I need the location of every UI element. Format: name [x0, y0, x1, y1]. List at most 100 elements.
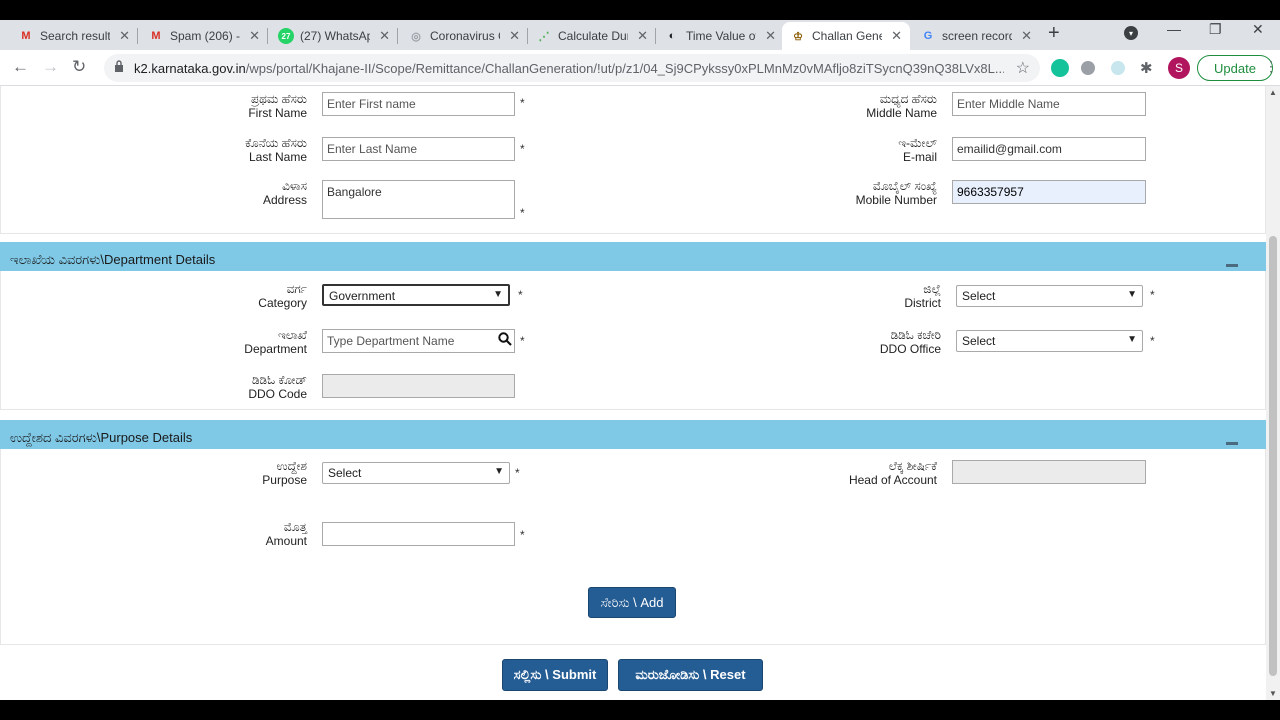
minimize-icon[interactable]: —: [1167, 21, 1181, 37]
address-label: ವಿಳಾಸ Address: [262, 179, 307, 207]
required-mark: *: [520, 206, 525, 220]
purpose-details-header: ಉದ್ದೇಶದ ವಿವರಗಳು\Purpose Details: [0, 420, 1266, 449]
forward-icon[interactable]: →: [42, 57, 59, 77]
scroll-down-icon[interactable]: ▼: [1269, 689, 1277, 698]
tab-strip: M Search results ✕ M Spam (206) - ✕ 27 (…: [0, 20, 1280, 50]
head-of-account-input: [952, 460, 1146, 484]
mobile-number-input[interactable]: 9663357957: [952, 180, 1146, 204]
head-of-account-label: ಲೆಕ್ಕ ಶೀರ್ಷಿಕೆ Head of Account: [848, 459, 937, 487]
update-button[interactable]: Update: [1197, 55, 1273, 81]
required-mark: *: [520, 142, 525, 156]
tab-title: screen record: [942, 29, 1012, 43]
required-mark: *: [1150, 334, 1155, 348]
close-icon[interactable]: ✕: [249, 28, 260, 44]
department-search-input[interactable]: Type Department Name: [322, 329, 515, 353]
add-button[interactable]: ಸೇರಿಸು \ Add: [588, 587, 676, 618]
last-name-input[interactable]: Enter Last Name: [322, 137, 515, 161]
required-mark: *: [1150, 288, 1155, 302]
search-icon[interactable]: [498, 332, 512, 346]
tab-screen-record[interactable]: G screen record ✕: [912, 22, 1040, 50]
department-details-header: ಇಲಾಖೆಯ ವಿವರಗಳು\Department Details: [0, 242, 1266, 271]
required-mark: *: [520, 96, 525, 110]
bookmark-star-icon[interactable]: ☆: [1016, 58, 1030, 78]
tab-search-icon[interactable]: ▾: [1124, 26, 1138, 40]
avatar[interactable]: S: [1168, 57, 1190, 79]
collapse-icon[interactable]: [1226, 442, 1238, 445]
middle-name-input[interactable]: Enter Middle Name: [952, 92, 1146, 116]
menu-icon[interactable]: ⋮: [1264, 58, 1278, 75]
karnataka-emblem-icon: ♔: [793, 30, 803, 43]
close-icon[interactable]: ✕: [119, 28, 130, 44]
puzzle-icon[interactable]: ✱: [1140, 59, 1153, 77]
purpose-select[interactable]: Select ▼: [322, 462, 510, 484]
ddo-code-input: [322, 374, 515, 398]
ddo-office-select[interactable]: Select ▼: [956, 330, 1143, 352]
email-input[interactable]: emailid@gmail.com: [952, 137, 1146, 161]
first-name-input[interactable]: Enter First name: [322, 92, 515, 116]
chevron-down-icon: ▼: [1127, 289, 1137, 300]
tab-title: Coronavirus C: [430, 29, 500, 43]
middle-name-label: ಮಧ್ಯದ ಹೆಸರು Middle Name: [866, 92, 937, 120]
first-name-label: ಪ್ರಥಮ ಹೆಸರು First Name: [248, 92, 307, 120]
address-bar[interactable]: k2.karnataka.gov.in/wps/portal/Khajane-I…: [104, 54, 1040, 82]
district-select[interactable]: Select ▼: [956, 285, 1143, 307]
screen-top-border: [0, 0, 1280, 20]
gmail-icon: M: [151, 30, 161, 42]
tab-title: (27) WhatsApp: [300, 29, 370, 43]
extension-icon[interactable]: [1081, 61, 1095, 75]
lock-icon: [115, 60, 123, 72]
challan-form-page: ಪ್ರಥಮ ಹೆಸರು First Name Enter First name *…: [0, 86, 1266, 700]
reset-button[interactable]: ಮರುಜೋಡಿಸು \ Reset: [618, 659, 763, 691]
tab-whatsapp[interactable]: 27 (27) WhatsApp ✕: [270, 22, 398, 50]
restore-icon[interactable]: ❐: [1209, 21, 1222, 38]
close-icon[interactable]: ✕: [765, 28, 776, 44]
tab-title: Spam (206) -: [170, 29, 240, 43]
back-icon[interactable]: ←: [12, 57, 29, 77]
tab-title: Challan Gene: [812, 29, 882, 43]
chevron-down-icon: ▼: [493, 289, 503, 300]
close-icon[interactable]: ✕: [509, 28, 520, 44]
category-label: ವರ್ಗ Category: [258, 282, 307, 310]
address-textarea[interactable]: Bangalore: [322, 180, 515, 219]
tab-spam[interactable]: M Spam (206) - ✕: [140, 22, 268, 50]
page-scrollbar[interactable]: ▲ ▼: [1266, 86, 1280, 700]
tab-coronavirus[interactable]: ◎ Coronavirus C ✕: [400, 22, 528, 50]
tab-time-value[interactable]: ◐ Time Value of ✕: [656, 22, 784, 50]
category-select[interactable]: Government ▼: [322, 284, 510, 306]
amount-input[interactable]: [322, 522, 515, 546]
required-mark: *: [520, 528, 525, 542]
chart-icon: ⋰: [538, 30, 550, 43]
collapse-icon[interactable]: [1226, 264, 1238, 267]
amount-label: ಮೊತ್ತ Amount: [265, 520, 307, 548]
screen-bottom-border: [0, 700, 1280, 720]
extension-icon[interactable]: [1111, 61, 1125, 75]
submit-button[interactable]: ಸಲ್ಲಿಸು \ Submit: [502, 659, 608, 691]
section-title: ಉದ್ದೇಶದ ವಿವರಗಳು\Purpose Details: [10, 430, 193, 445]
tab-challan-generation[interactable]: ♔ Challan Gene ✕: [782, 22, 910, 50]
mobile-number-label: ಮೊಬೈಲ್ ಸಂಖ್ಯೆ Mobile Number: [855, 179, 937, 207]
browser-toolbar: ← → ↻ k2.karnataka.gov.in/wps/portal/Kha…: [0, 50, 1280, 86]
scroll-up-icon[interactable]: ▲: [1269, 88, 1277, 97]
google-icon: G: [923, 30, 933, 42]
close-icon[interactable]: ✕: [637, 28, 648, 44]
close-icon[interactable]: ✕: [1021, 28, 1032, 44]
new-tab-icon[interactable]: +: [1048, 22, 1060, 45]
required-mark: *: [518, 288, 523, 302]
gmail-icon: M: [21, 30, 31, 42]
grammarly-icon[interactable]: [1051, 59, 1069, 77]
close-icon[interactable]: ✕: [891, 28, 902, 44]
tab-calculate-duration[interactable]: ⋰ Calculate Dur ✕: [528, 22, 656, 50]
tab-search-results[interactable]: M Search results ✕: [10, 22, 138, 50]
section-title: ಇಲಾಖೆಯ ವಿವರಗಳು\Department Details: [10, 252, 216, 267]
close-window-icon[interactable]: ✕: [1252, 21, 1264, 38]
district-label: ಜಿಲ್ಲೆ District: [904, 282, 941, 310]
close-icon[interactable]: ✕: [379, 28, 390, 44]
reload-icon[interactable]: ↻: [72, 57, 86, 77]
whatsapp-icon: 27: [278, 28, 294, 44]
tab-title: Search results: [40, 29, 110, 43]
scrollbar-thumb[interactable]: [1269, 236, 1277, 676]
ddo-code-label: ಡಿಡಿಓ ಕೋಡ್ DDO Code: [248, 373, 307, 401]
required-mark: *: [515, 466, 520, 480]
last-name-label: ಕೊನೆಯ ಹೆಸರು Last Name: [245, 136, 307, 164]
chevron-down-icon: ▼: [1127, 334, 1137, 345]
